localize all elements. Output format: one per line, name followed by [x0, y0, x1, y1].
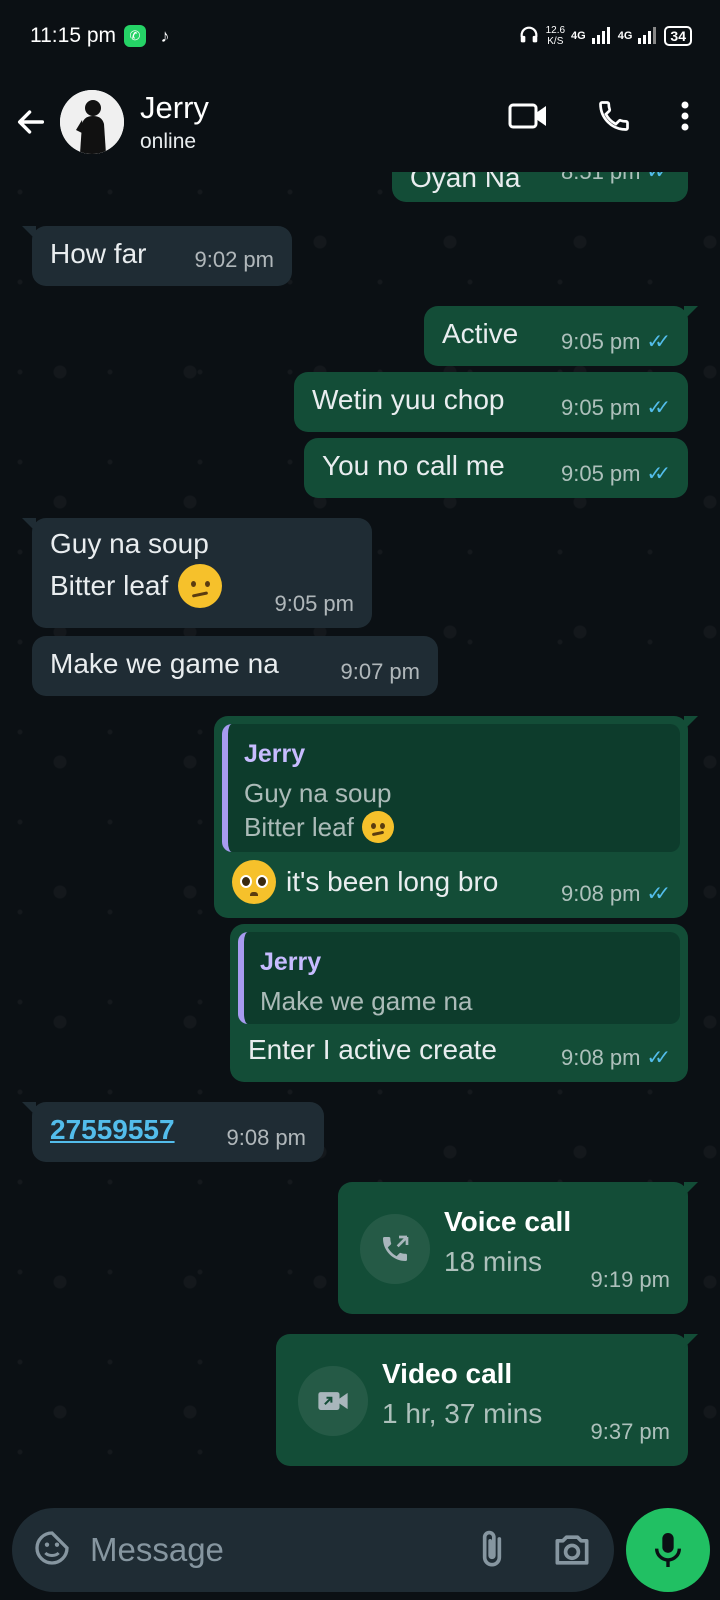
message-time: 9:05 pm — [560, 461, 641, 486]
network-speed: 12.6 K/S — [546, 25, 565, 47]
status-bar: 11:15 pm ✆ ♪ 12.6 K/S 4G 4G 34 — [0, 0, 720, 72]
message-outgoing-reply[interactable]: Jerry Guy na soup Bitter leaf it's been … — [214, 716, 698, 918]
message-time: 9:02 pm — [194, 247, 275, 272]
confused-face-emoji — [178, 564, 223, 608]
double-check-icon: ✓✓ — [646, 883, 670, 905]
contact-status: online — [140, 130, 197, 153]
message-line: Bitter leaf — [50, 570, 169, 601]
message-incoming[interactable]: Guy na soup Bitter leaf 9:05 pm — [22, 518, 372, 628]
more-options-button[interactable] — [680, 100, 690, 132]
video-call-message[interactable]: Video call 1 hr, 37 mins 9:37 pm — [276, 1334, 698, 1466]
whatsapp-notification-icon: ✆ — [124, 25, 146, 47]
video-camera-icon — [508, 103, 546, 129]
message-outgoing[interactable]: Oyan Na 8:51 pm ✓✓ — [392, 172, 688, 202]
quoted-line: Bitter leaf — [244, 812, 354, 842]
message-time: 9:08 pm — [560, 881, 641, 906]
message-time: 9:05 pm — [560, 329, 641, 354]
paperclip-icon — [482, 1530, 502, 1567]
message-composer — [12, 1508, 614, 1592]
contact-info[interactable]: Jerry online — [140, 90, 209, 154]
microphone-icon — [654, 1533, 682, 1567]
camera-button[interactable] — [550, 1528, 594, 1577]
pleading-face-emoji — [232, 860, 276, 904]
message-incoming[interactable]: How far 9:02 pm — [22, 226, 292, 286]
message-input[interactable] — [90, 1531, 450, 1569]
message-text: How far — [50, 238, 147, 269]
message-outgoing-reply[interactable]: Jerry Make we game na Enter I active cre… — [230, 924, 688, 1082]
double-check-icon: ✓✓ — [646, 331, 670, 353]
quoted-message[interactable]: Jerry Guy na soup Bitter leaf — [222, 724, 680, 852]
message-text: it's been long bro — [286, 866, 499, 897]
double-check-icon: ✓✓ — [646, 172, 670, 183]
quoted-line: Guy na soup — [244, 778, 392, 808]
message-list[interactable]: Oyan Na 8:51 pm ✓✓ How far 9:02 pm Active… — [0, 172, 720, 1502]
phone-icon — [599, 101, 629, 131]
message-text: You no call me — [322, 450, 505, 481]
video-call-icon — [298, 1366, 368, 1436]
message-time: 9:05 pm — [274, 591, 355, 616]
message-text: Active — [442, 318, 519, 349]
avatar[interactable] — [60, 90, 124, 154]
quoted-sender: Jerry — [260, 948, 322, 976]
call-type: Video call — [382, 1358, 513, 1389]
headphones-icon — [518, 24, 540, 49]
message-time: 9:08 pm — [560, 1045, 641, 1070]
message-time: 9:07 pm — [340, 659, 421, 684]
message-text: Oyan Na — [410, 172, 521, 193]
signal-icon — [591, 26, 612, 47]
quoted-text: Make we game na — [260, 986, 473, 1016]
contact-name: Jerry — [140, 90, 209, 125]
call-type: Voice call — [444, 1206, 572, 1237]
chat-header: Jerry online — [0, 72, 720, 172]
network-type-1: 4G — [571, 30, 586, 42]
double-check-icon: ✓✓ — [646, 463, 670, 485]
confused-face-emoji — [361, 811, 394, 843]
network-type-2: 4G — [617, 30, 633, 42]
message-time: 9:19 pm — [590, 1267, 671, 1292]
message-outgoing[interactable]: You no call me 9:05 pm ✓✓ — [304, 438, 688, 498]
speed-value: 12.6 — [545, 25, 566, 36]
voice-call-button[interactable] — [596, 98, 632, 134]
voice-call-message[interactable]: Voice call 18 mins 9:19 pm — [338, 1182, 698, 1314]
phone-number-link[interactable]: 27559557 — [50, 1112, 175, 1148]
arrow-left-icon — [17, 110, 45, 134]
quoted-text: Guy na soup Bitter leaf — [244, 776, 664, 844]
message-text: Enter I active create — [248, 1034, 498, 1065]
message-time: 9:37 pm — [590, 1419, 671, 1444]
call-duration: 1 hr, 37 mins — [382, 1398, 543, 1429]
battery-icon: 34 — [664, 26, 692, 46]
message-text: Guy na soup Bitter leaf — [50, 526, 223, 608]
video-call-button[interactable] — [508, 100, 548, 132]
quoted-sender: Jerry — [244, 740, 306, 768]
clock: 11:15 pm — [30, 24, 116, 47]
signal-icon — [638, 26, 658, 47]
message-text: Wetin yuu chop — [312, 384, 505, 415]
emoji-sticker-button[interactable] — [32, 1528, 72, 1573]
double-check-icon: ✓✓ — [646, 397, 670, 419]
sticker-icon — [35, 1530, 69, 1565]
message-outgoing[interactable]: Wetin yuu chop 9:05 pm ✓✓ — [294, 372, 688, 432]
quoted-message[interactable]: Jerry Make we game na — [238, 932, 680, 1024]
tiktok-notification-icon: ♪ — [160, 25, 170, 46]
attach-button[interactable] — [470, 1528, 514, 1577]
message-line: Guy na soup — [50, 528, 209, 559]
profile-silhouette-icon — [60, 90, 124, 154]
double-check-icon: ✓✓ — [646, 1047, 670, 1069]
call-duration: 18 mins — [444, 1246, 543, 1277]
message-time: 9:05 pm — [560, 395, 641, 420]
message-time: 9:08 pm — [226, 1125, 307, 1150]
message-text: Make we game na — [50, 648, 279, 679]
message-outgoing[interactable]: Active 9:05 pm ✓✓ — [424, 306, 698, 366]
speed-unit: K/S — [547, 36, 564, 47]
message-incoming[interactable]: 27559557 9:08 pm — [22, 1102, 324, 1162]
voice-message-button[interactable] — [626, 1508, 710, 1592]
incoming-call-icon — [360, 1214, 430, 1284]
camera-icon — [555, 1535, 589, 1565]
kebab-menu-icon — [681, 101, 689, 131]
back-button[interactable] — [2, 105, 60, 139]
message-time: 8:51 pm — [561, 172, 641, 190]
message-incoming[interactable]: Make we game na 9:07 pm — [32, 636, 438, 696]
